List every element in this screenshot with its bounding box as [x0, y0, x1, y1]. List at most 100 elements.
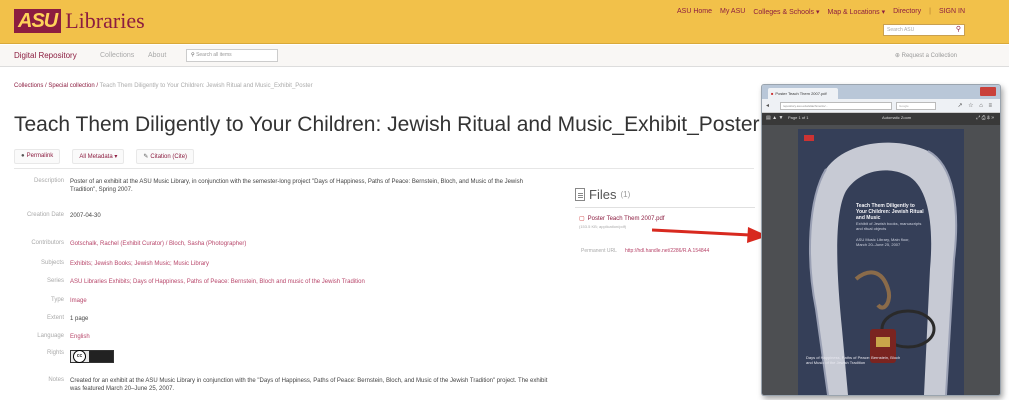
search-icon[interactable]: ⚲: [956, 25, 961, 35]
viewer-titlebar: ■ Poster Teach Them 2007.pdf: [762, 85, 1000, 99]
files-panel: Files (1) ▢ Poster Teach Them 2007.pdf (1…: [575, 187, 755, 254]
metadata-value: Created for an exhibit at the ASU Music …: [70, 378, 548, 392]
viewer-urlbar: ◂ repository.asu.edu/attachments/... Goo…: [762, 99, 1000, 113]
divider: [575, 207, 755, 208]
poster-dates: ASU Music Library, Main floor, March 20–…: [856, 237, 910, 247]
files-title: Files: [589, 187, 617, 202]
link-sign-in[interactable]: SIGN IN: [939, 8, 965, 16]
file-size: (153.5 KB; application/pdf): [579, 224, 627, 229]
sidebar-toggle-icon[interactable]: ▤ ▲ ▼: [766, 115, 783, 121]
header-search-input[interactable]: Search ASU ⚲: [883, 24, 965, 36]
breadcrumb-item[interactable]: Collections: [14, 83, 43, 89]
poster-footer: Days of Happiness, Paths of Peace: Berns…: [806, 355, 901, 365]
nav-search-input[interactable]: ⚲ Search all items: [186, 49, 278, 62]
repository-navbar: Digital Repository Collections About ⚲ S…: [0, 45, 1009, 67]
pdf-tool-icons[interactable]: ⤢ ⎙ ⇩ »: [976, 115, 994, 121]
pdf-icon: ■: [771, 91, 774, 96]
metadata-value: cc: [70, 350, 550, 363]
metadata-value[interactable]: Gotschalk, Rachel (Exhibit Curator) / Bl…: [70, 240, 550, 248]
page-indicator[interactable]: Page 1 of 1: [788, 115, 808, 120]
pdf-viewer-window: ■ Poster Teach Them 2007.pdf ◂ repository…: [761, 84, 1001, 396]
request-collection-link[interactable]: ⊕ Request a Collection: [895, 52, 957, 59]
poster-page: Teach Them Diligently to Your Children: …: [798, 129, 964, 395]
asu-mark: [804, 135, 814, 141]
citation-label: Citation (Cite): [150, 154, 188, 160]
link-asu-home[interactable]: ASU Home: [677, 8, 712, 16]
zoom-select[interactable]: Automatic Zoom: [882, 115, 911, 120]
permanent-url-link[interactable]: http://hdl.handle.net/2286/R.A.154844: [625, 248, 709, 254]
metadata-label: Contributors: [31, 240, 64, 246]
header-search-placeholder: Search ASU: [887, 27, 915, 33]
metadata-value: 2007-04-30: [70, 213, 101, 219]
cc-license-icon: [89, 351, 113, 362]
viewer-tab[interactable]: ■ Poster Teach Them 2007.pdf: [768, 88, 838, 99]
logo-badge: ASU: [14, 9, 62, 33]
page-title: Teach Them Diligently to Your Children: …: [14, 113, 760, 136]
metadata-label: Language: [37, 333, 64, 339]
poster-subtitle: Exhibit of Jewish books, manuscripts and…: [856, 221, 922, 231]
asu-libraries-logo[interactable]: ASU Libraries: [14, 8, 145, 34]
metadata-value[interactable]: Image: [70, 297, 550, 305]
metadata-value[interactable]: ASU Libraries Exhibits; Days of Happines…: [70, 278, 550, 286]
files-heading: Files (1): [575, 187, 630, 202]
window-close-button[interactable]: [980, 87, 996, 96]
all-metadata-button[interactable]: All Metadata ▾: [72, 149, 125, 164]
pdf-canvas: Teach Them Diligently to Your Children: …: [762, 125, 1000, 395]
site-header: ASU Libraries ASU Home My ASU Colleges &…: [0, 0, 1009, 44]
permalink-label: Permalink: [26, 153, 54, 159]
browser-toolbar-icons[interactable]: ↗ ☆ ⌂ ≡: [957, 102, 994, 109]
address-bar[interactable]: repository.asu.edu/attachments/...: [780, 102, 892, 110]
citation-button[interactable]: ✎ Citation (Cite): [136, 149, 195, 164]
metadata-label: Subjects: [40, 260, 64, 266]
metadata-label: Series: [46, 278, 64, 284]
divider: [14, 168, 754, 169]
link-colleges[interactable]: Colleges & Schools ▾: [753, 8, 819, 16]
breadcrumb: Collections / Special collection / Teach…: [14, 83, 313, 89]
back-icon[interactable]: ◂: [766, 102, 769, 109]
plus-icon: ⊕: [894, 53, 902, 59]
nav-search-placeholder: Search all items: [196, 52, 232, 58]
viewer-tab-title: Poster Teach Them 2007.pdf: [775, 91, 827, 96]
metadata-label: Creation Date: [26, 212, 64, 218]
request-collection-label: Request a Collection: [901, 53, 957, 59]
browser-search-input[interactable]: Google: [896, 102, 936, 110]
pdf-icon: ▢: [579, 216, 585, 222]
link-my-asu[interactable]: My ASU: [720, 8, 745, 16]
book-ornament: [876, 337, 890, 347]
arrow-shaft: [652, 228, 751, 237]
file-download-link[interactable]: ▢ Poster Teach Them 2007.pdf: [579, 215, 665, 222]
metadata-value[interactable]: Exhibits; Jewish Books; Jewish Music; Mu…: [70, 260, 550, 268]
red-arrow-annotation: [652, 227, 768, 243]
metadata-value: 1 page: [70, 316, 89, 322]
logo-text: Libraries: [65, 8, 145, 33]
metadata-label: Type: [50, 297, 64, 303]
metadata-value: Poster of an exhibit at the ASU Music Li…: [70, 179, 523, 193]
creative-commons-badge[interactable]: cc: [70, 350, 114, 363]
permalink-button[interactable]: ● Permalink: [14, 149, 61, 164]
cc-icon: cc: [73, 350, 86, 363]
shofar-shape: [854, 270, 891, 310]
file-icon: [575, 188, 585, 201]
breadcrumb-current: Teach Them Diligently to Your Children: …: [99, 83, 313, 89]
link-directory[interactable]: Directory: [893, 8, 921, 16]
permanent-url-label: Permanent URL: [581, 248, 617, 254]
metadata-label: Extent: [46, 315, 64, 321]
metadata-label: All Metadata ▾: [79, 154, 118, 160]
pdf-toolbar: ▤ ▲ ▼ Page 1 of 1 Automatic Zoom ⤢ ⎙ ⇩ »: [762, 113, 1000, 125]
pencil-icon: ✎: [143, 154, 149, 160]
breadcrumb-item[interactable]: Special collection: [48, 83, 94, 89]
link-icon: ●: [21, 153, 25, 159]
files-count: (1): [620, 190, 631, 199]
repository-brand[interactable]: Digital Repository: [14, 51, 77, 60]
metadata-label: Notes: [48, 377, 64, 383]
poster-title: Teach Them Diligently to Your Children: …: [856, 203, 924, 221]
item-actions: ● Permalink All Metadata ▾ ✎ Citation (Cit…: [14, 149, 195, 164]
nav-collections[interactable]: Collections: [100, 52, 134, 59]
nav-about[interactable]: About: [148, 52, 166, 59]
link-map-locations[interactable]: Map & Locations ▾: [827, 8, 885, 16]
header-links: ASU Home My ASU Colleges & Schools ▾ Map…: [677, 8, 965, 16]
metadata-label: Rights: [46, 350, 64, 356]
link-separator: |: [929, 8, 931, 15]
metadata-label: Description: [33, 178, 64, 184]
metadata-value[interactable]: English: [70, 333, 550, 341]
